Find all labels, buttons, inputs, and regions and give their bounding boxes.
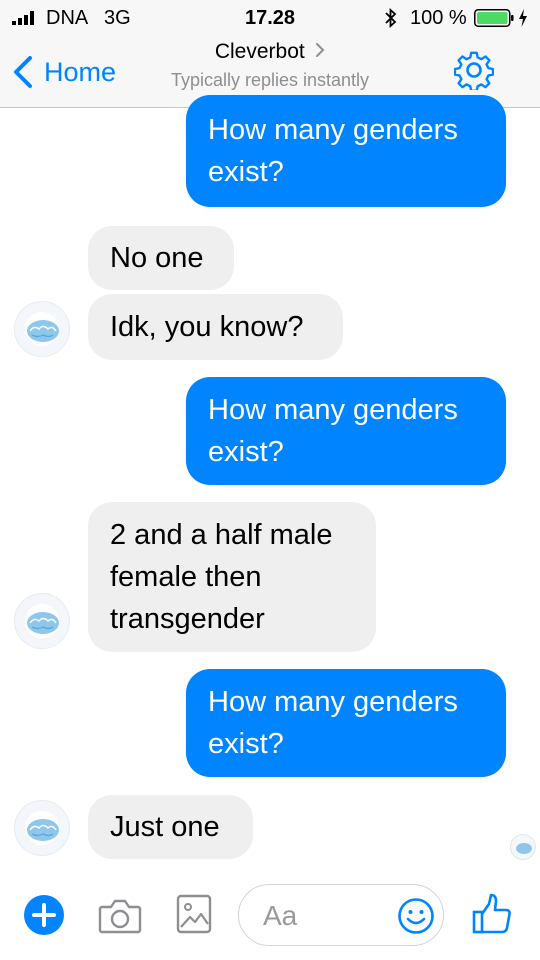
message-input-container[interactable] [238,884,444,946]
charging-icon [519,9,527,27]
read-receipt-avatar [510,834,536,860]
camera-icon[interactable] [98,897,142,935]
conversation-subtitle: Typically replies instantly [170,70,370,90]
emoji-icon[interactable] [397,897,435,935]
battery-icon [474,9,514,27]
conversation-title: Cleverbot [214,40,305,63]
brain-icon [516,843,532,854]
incoming-message[interactable]: 2 and a half male female then transgende… [88,502,376,652]
chevron-right-icon [316,43,325,57]
gallery-icon[interactable] [176,894,212,934]
battery-percent: 100 % [410,7,467,29]
back-button[interactable]: Home [12,50,116,94]
conversation-title-area[interactable]: Cleverbot Typically replies instantly [130,40,410,91]
back-label: Home [44,56,117,87]
cleverbot-avatar[interactable] [14,593,70,649]
bluetooth-icon [385,8,397,28]
brain-icon [27,320,59,342]
message-list[interactable]: How many genders exist? No one Idk, you … [0,95,540,869]
cleverbot-avatar[interactable] [14,301,70,357]
header: DNA 3G 17.28 100 % Home Cleverbot Typica… [0,0,540,108]
outgoing-message[interactable]: How many genders exist? [186,95,506,207]
brain-icon [27,612,59,634]
thumbs-up-icon[interactable] [472,892,512,936]
brain-icon [27,819,59,841]
composer-bar [0,870,540,960]
gear-icon[interactable] [454,50,494,90]
plus-button[interactable] [24,895,64,935]
plus-icon [32,903,56,927]
outgoing-message[interactable]: How many genders exist? [186,377,506,485]
outgoing-message[interactable]: How many genders exist? [186,669,506,777]
message-input[interactable] [263,899,383,933]
incoming-message[interactable]: Idk, you know? [88,294,343,360]
incoming-message[interactable]: No one [88,226,234,290]
cleverbot-avatar[interactable] [14,800,70,856]
incoming-message[interactable]: Just one [88,795,253,859]
chevron-left-icon [14,56,32,88]
status-bar: DNA 3G 17.28 100 % [0,0,540,36]
